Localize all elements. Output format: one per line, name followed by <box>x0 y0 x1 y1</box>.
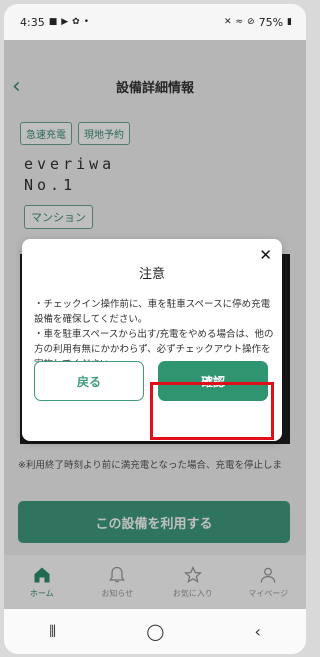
recent-apps-icon[interactable]: ⦀ <box>49 622 56 642</box>
status-bar: 4:35 ■ ▶ ✿ • ✕ ≈ ⊘ 75% ▮ <box>4 4 306 40</box>
nav-back-icon[interactable]: ‹ <box>254 622 260 641</box>
notification-icon: ■ <box>48 17 58 27</box>
close-icon[interactable]: ✕ <box>259 246 272 264</box>
mute-icon: ✕ <box>223 17 232 27</box>
battery-icon: ▮ <box>287 17 292 27</box>
system-nav-bar: ⦀ ◯ ‹ <box>4 609 306 654</box>
play-icon: ▶ <box>61 17 69 27</box>
battery-percent: 75% <box>258 15 284 29</box>
status-time: 4:35 <box>20 15 45 29</box>
dialog-line-1: ・チェックイン操作前に、車を駐車スペースに停め充電設備を確保してください。 <box>34 299 271 325</box>
wifi-icon: ≈ <box>235 17 244 27</box>
confirm-highlight-box <box>150 382 274 440</box>
phone-screen: 4:35 ■ ▶ ✿ • ✕ ≈ ⊘ 75% ▮ ‹ 設備詳細情報 急速充電 現… <box>4 4 306 654</box>
home-circle-icon[interactable]: ◯ <box>146 622 164 641</box>
back-button[interactable]: 戻る <box>34 361 144 401</box>
dialog-title: 注意 <box>138 267 165 282</box>
settings-icon: ✿ <box>72 17 80 27</box>
dot-icon: • <box>83 17 89 27</box>
dnd-icon: ⊘ <box>247 17 255 27</box>
